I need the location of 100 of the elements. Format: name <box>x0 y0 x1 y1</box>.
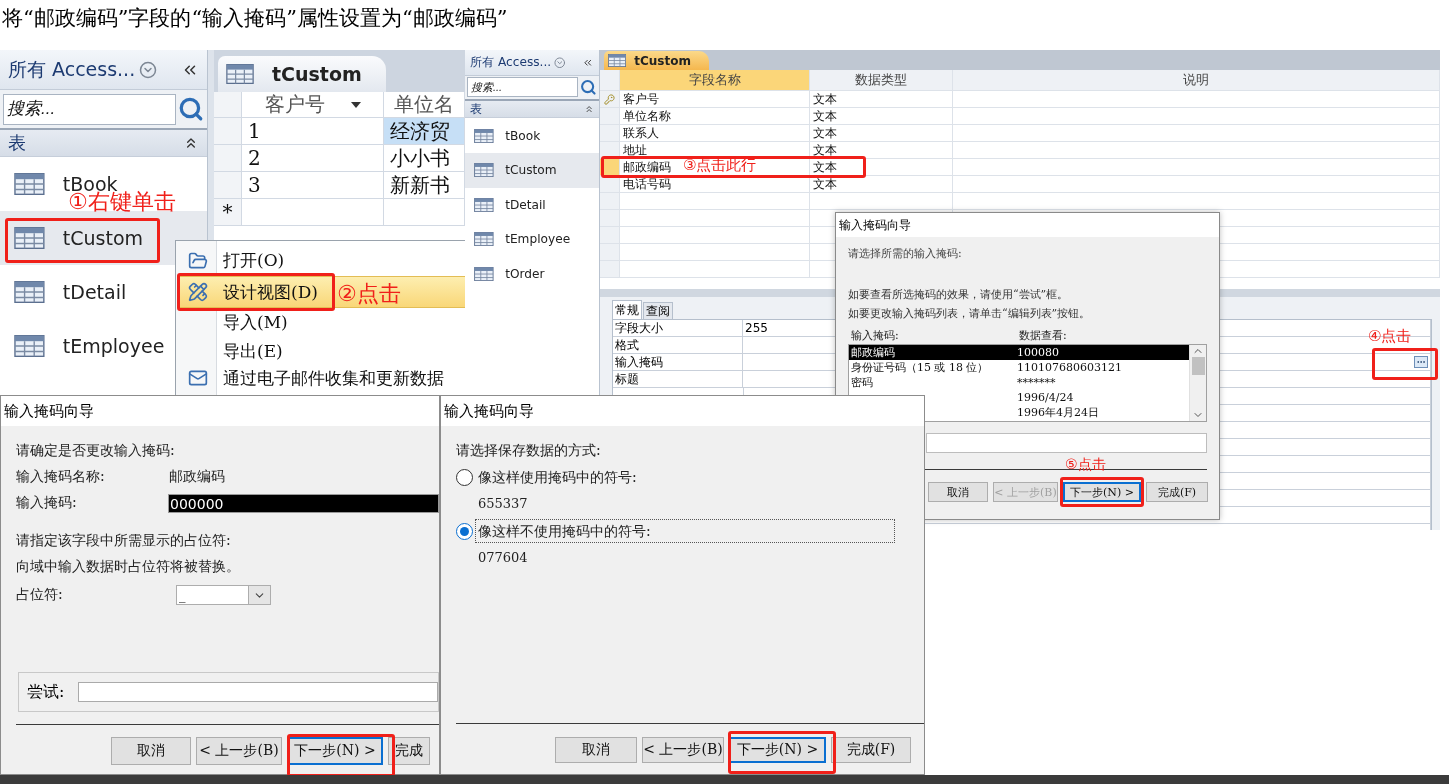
annotation-text: ③点击此行 <box>683 157 757 174</box>
table-cell: 文本 <box>810 142 953 159</box>
mask-list-item[interactable]: 1996/4/24 <box>1015 390 1189 405</box>
mask-list-item[interactable]: 1996年4月24日 <box>1015 405 1189 420</box>
property-value: 255 <box>745 321 768 335</box>
field-label: 输入掩码名称: <box>16 468 105 484</box>
column-header[interactable]: 数据类型 <box>810 70 953 91</box>
dropdown-icon[interactable] <box>553 56 566 69</box>
property-name: 输入掩码 <box>615 353 663 371</box>
table-icon <box>226 64 254 84</box>
radio-button[interactable] <box>456 522 473 540</box>
radio-label[interactable]: 像这样使用掩码中的符号: <box>475 465 640 489</box>
try-field[interactable] <box>926 433 1207 453</box>
annotation-text: ②点击 <box>337 282 401 307</box>
group-label[interactable]: 表 <box>8 131 26 155</box>
table-icon <box>473 197 494 212</box>
table-cell: 文本 <box>810 176 953 193</box>
scroll-thumb[interactable] <box>1191 357 1205 375</box>
try-field[interactable] <box>78 682 438 702</box>
nav-item-label: tDetail <box>62 281 127 303</box>
table-icon <box>608 54 627 67</box>
table-cell: 单位名称 <box>620 108 810 125</box>
wizard-button[interactable]: < 上一步(B) <box>196 737 282 765</box>
nav-item-label: tOrder <box>505 266 545 281</box>
placeholder-select[interactable]: _ <box>176 585 271 605</box>
row-selector[interactable] <box>600 91 620 108</box>
column-header[interactable]: 客户号 <box>242 92 384 118</box>
pencil-ruler-icon <box>188 282 208 302</box>
mask-list-item[interactable]: 密码 ******* <box>849 375 1189 390</box>
instruction-text: 将“邮政编码”字段的“输入掩码”属性设置为“邮政编码” <box>2 5 508 32</box>
list-header: 数据查看: <box>1018 328 1068 344</box>
nav-pane-title[interactable]: 所有 Access... <box>8 56 136 83</box>
table-cell: 文本 <box>810 159 953 176</box>
prompt-text: 请选择所需的输入掩码: <box>848 246 962 262</box>
nav-item[interactable]: tCustom <box>465 153 599 188</box>
wizard-button[interactable]: 取消 <box>555 737 637 763</box>
annotation-text: ⑤点击 <box>1065 457 1106 473</box>
property-tab[interactable]: 常规 <box>612 300 642 319</box>
mask-list-item[interactable]: 身份证号码（15 或 18 位） 110107680603121 <box>849 360 1189 375</box>
dialog-title: 输入掩码向导 <box>4 401 94 421</box>
column-header[interactable]: 说明 <box>953 70 1440 91</box>
wizard-button[interactable]: 下一步(N) > <box>1063 482 1141 502</box>
table-icon <box>473 266 494 281</box>
column-header[interactable]: 单位名 <box>384 92 465 118</box>
annotation-text: ④点击 <box>1368 328 1412 345</box>
wizard-button[interactable]: 取消 <box>928 482 988 502</box>
table-cell: 文本 <box>810 91 953 108</box>
table-icon <box>473 163 494 178</box>
search-icon[interactable] <box>178 96 204 122</box>
search-field[interactable]: 搜索... <box>466 77 579 98</box>
table-cell: 1 <box>242 118 384 145</box>
radio-button[interactable] <box>456 468 473 486</box>
build-button[interactable] <box>1414 356 1428 368</box>
nav-pane-title[interactable]: 所有 Access... <box>470 53 552 71</box>
key-icon <box>604 93 615 105</box>
nav-item-label: tCustom <box>505 163 557 178</box>
hint-text: 如要查看所选掩码的效果，请使用“尝试”框。 <box>848 287 1069 303</box>
tab-label: tCustom <box>634 53 691 68</box>
wizard-button[interactable]: 完成(F) <box>831 737 911 763</box>
table-tab[interactable]: tCustom <box>218 56 386 92</box>
table-cell: 小小书 <box>384 145 465 172</box>
property-tab[interactable]: 查阅 <box>643 302 673 319</box>
property-name: 字段大小 <box>615 319 663 337</box>
nav-item-label: tCustom <box>62 227 144 249</box>
folder-icon <box>188 250 208 271</box>
table-cell: 文本 <box>810 125 953 142</box>
table-tab[interactable]: tCustom <box>604 51 709 70</box>
search-field[interactable]: 搜索... <box>3 93 176 125</box>
row-selector[interactable]: * <box>214 199 242 226</box>
hint-text: 请指定该字段中所需显示的占位符: <box>16 532 231 548</box>
dropdown-icon[interactable] <box>139 60 158 79</box>
group-label[interactable]: 表 <box>470 101 483 117</box>
tab-label: tCustom <box>272 63 362 85</box>
wizard-button[interactable]: 取消 <box>111 737 191 765</box>
list-header: 输入掩码: <box>850 328 900 344</box>
nav-item-label: tEmployee <box>62 335 165 357</box>
wizard-button[interactable]: 完成 <box>388 737 430 765</box>
scrollbar[interactable] <box>1189 345 1206 421</box>
mask-list-item[interactable]: 邮政编码 100080 <box>849 345 1189 360</box>
table-icon <box>14 335 45 357</box>
table-cell: 2 <box>242 145 384 172</box>
table-cell: 新新书 <box>384 172 465 199</box>
table-icon <box>14 173 45 195</box>
wizard-button[interactable]: 完成(F) <box>1146 482 1208 502</box>
new-row-marker: * <box>222 200 233 224</box>
input-mask-field[interactable]: 000000 <box>168 493 439 513</box>
mail-icon <box>188 368 208 388</box>
mask-name: 邮政编码 <box>169 468 225 486</box>
search-icon[interactable] <box>580 79 598 96</box>
column-header[interactable]: 字段名称 <box>620 70 810 91</box>
radio-label[interactable]: 像这样不使用掩码中的符号: <box>475 519 895 543</box>
highlight-frame <box>1372 348 1438 380</box>
wizard-button[interactable]: < 上一步(B) <box>642 737 724 763</box>
sort-arrow-icon[interactable] <box>350 101 361 108</box>
table-icon <box>14 227 45 249</box>
wizard-button[interactable]: 下一步(N) > <box>729 737 826 763</box>
prompt-text: 请选择保存数据的方式: <box>456 442 601 458</box>
field-label: 尝试: <box>27 681 65 703</box>
table-cell: 客户号 <box>620 91 810 108</box>
wizard-button[interactable]: 下一步(N) > <box>287 737 383 765</box>
